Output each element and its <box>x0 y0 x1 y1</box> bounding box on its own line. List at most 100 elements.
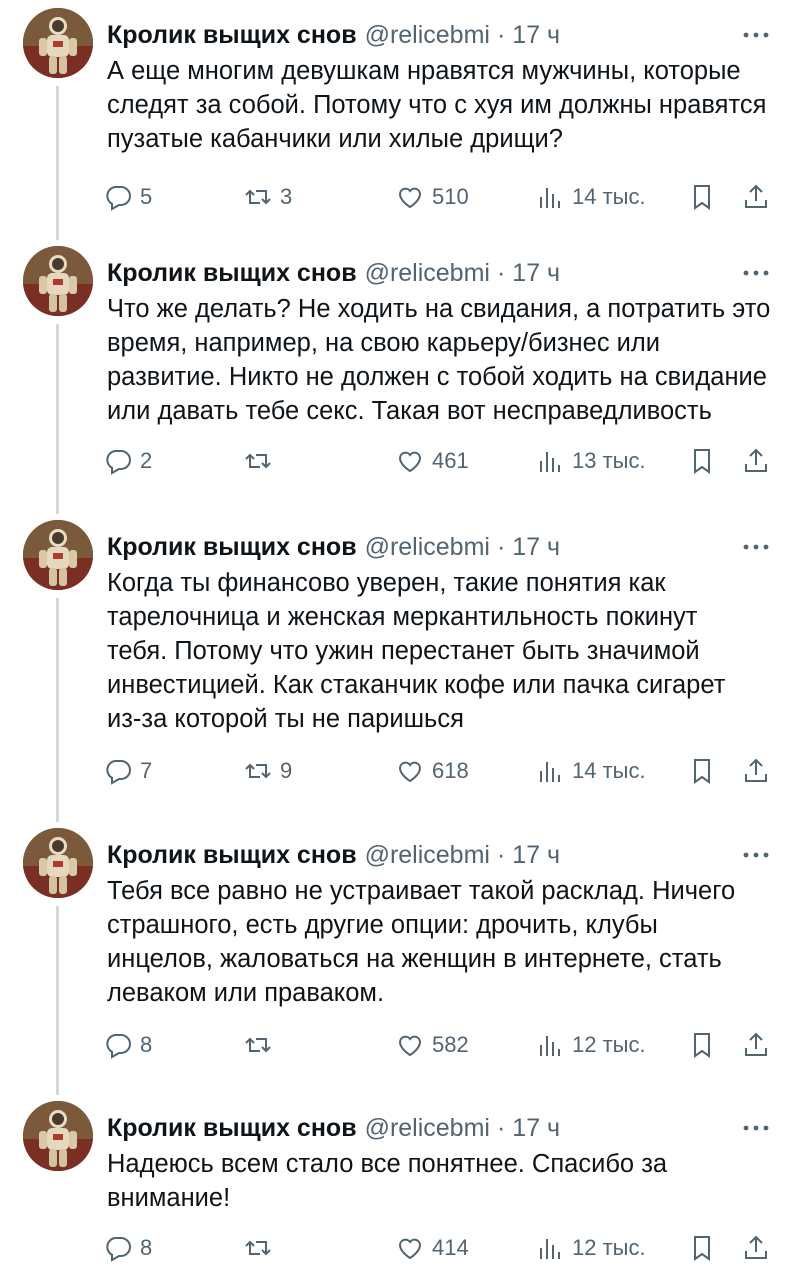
meta-separator: · <box>496 20 506 49</box>
tweet-text: Когда ты финансово уверен, такие понятия… <box>107 566 782 736</box>
author-name[interactable]: Кролик выщих снов <box>107 21 357 50</box>
views-button[interactable]: 14 тыс. <box>536 754 646 788</box>
reply-icon <box>106 1034 131 1059</box>
like-button[interactable]: 582 <box>396 1028 469 1062</box>
bookmark-button[interactable] <box>688 1028 716 1062</box>
tweet-text: А еще многим девушкам нравятся мужчины, … <box>107 54 782 156</box>
avatar[interactable] <box>23 1101 93 1171</box>
like-count: 461 <box>432 448 469 473</box>
tweet-text-line: страшного, есть другие опции: дрочить, к… <box>107 911 658 939</box>
reply-icon <box>106 186 131 211</box>
share-icon <box>745 184 767 208</box>
author-handle[interactable]: @relicebmi <box>365 841 490 870</box>
share-icon <box>745 1235 767 1259</box>
author-handle[interactable]: @relicebmi <box>365 1114 490 1143</box>
retweet-count: 3 <box>280 184 293 209</box>
like-button[interactable]: 461 <box>396 444 469 478</box>
tweet-text: Тебя все равно не устраивает такой раскл… <box>107 874 782 1010</box>
avatar[interactable] <box>23 520 93 590</box>
reply-button[interactable]: 2 <box>104 444 152 478</box>
tweet-time[interactable]: 17 ч <box>512 533 560 562</box>
tweet-text-line: Надеюсь всем стало все понятнее. Спасибо… <box>107 1150 668 1178</box>
more-icon[interactable] <box>738 1113 774 1143</box>
retweet-button[interactable] <box>244 444 280 478</box>
bookmark-button[interactable] <box>688 754 716 788</box>
share-icon <box>745 1032 767 1056</box>
like-button[interactable]: 618 <box>396 754 469 788</box>
avatar[interactable] <box>23 828 93 898</box>
tweet-text-line: А еще многим девушкам нравятся мужчины, … <box>107 57 741 85</box>
reply-count: 2 <box>140 448 153 473</box>
reply-button[interactable]: 7 <box>104 754 152 788</box>
bookmark-button[interactable] <box>688 1231 716 1265</box>
tweet-time[interactable]: 17 ч <box>512 21 560 50</box>
share-button[interactable] <box>742 754 770 788</box>
author-name[interactable]: Кролик выщих снов <box>107 533 357 562</box>
views-button[interactable]: 12 тыс. <box>536 1028 646 1062</box>
share-button[interactable] <box>742 180 770 214</box>
more-icon[interactable] <box>738 840 774 870</box>
reply-icon <box>106 1237 131 1262</box>
more-icon[interactable] <box>738 20 774 50</box>
share-button[interactable] <box>742 444 770 478</box>
astronaut-avatar-image <box>23 1101 93 1171</box>
like-icon <box>398 1238 422 1260</box>
reply-button[interactable]: 8 <box>104 1231 152 1265</box>
views-button[interactable]: 14 тыс. <box>536 180 646 214</box>
share-icon <box>745 448 767 472</box>
tweet-text-line: пузатые кабанчики или хилые дрищи? <box>107 125 563 153</box>
thread-connector-line <box>56 86 59 240</box>
author-handle[interactable]: @relicebmi <box>365 533 490 562</box>
reply-count: 5 <box>140 184 153 209</box>
share-button[interactable] <box>742 1231 770 1265</box>
like-button[interactable]: 510 <box>396 180 469 214</box>
tweet-text-line: леваком или праваком. <box>107 979 385 1007</box>
more-icon[interactable] <box>738 258 774 288</box>
author-handle[interactable]: @relicebmi <box>365 21 490 50</box>
tweet-text-line: Что же делать? Не ходить на свидания, а … <box>107 295 771 323</box>
retweet-button[interactable] <box>244 1231 280 1265</box>
views-count: 14 тыс. <box>572 184 646 209</box>
astronaut-avatar-image <box>23 8 93 78</box>
like-count: 510 <box>432 184 469 209</box>
retweet-button[interactable]: 3 <box>244 180 292 214</box>
retweet-button[interactable] <box>244 1028 280 1062</box>
tweet-text-line: инцелов, жаловаться на женщин в интернет… <box>107 945 722 973</box>
author-name[interactable]: Кролик выщих снов <box>107 1114 357 1143</box>
author-name[interactable]: Кролик выщих снов <box>107 841 357 870</box>
avatar[interactable] <box>23 246 93 316</box>
bookmark-button[interactable] <box>688 444 716 478</box>
astronaut-avatar-image <box>23 520 93 590</box>
bookmark-icon <box>694 1236 710 1261</box>
tweet-text-line: Тебя все равно не устраивает такой раскл… <box>107 877 736 905</box>
views-icon <box>540 188 560 208</box>
views-button[interactable]: 13 тыс. <box>536 444 646 478</box>
share-button[interactable] <box>742 1028 770 1062</box>
tweet-text-line: Когда ты финансово уверен, такие понятия… <box>107 569 666 597</box>
tweet-text: Что же делать? Не ходить на свидания, а … <box>107 292 782 428</box>
tweet-actions: 5 3 510 14 тыс. <box>104 180 776 214</box>
more-icon[interactable] <box>738 532 774 562</box>
like-icon <box>398 451 422 473</box>
reply-count: 8 <box>140 1032 153 1057</box>
tweet-time[interactable]: 17 ч <box>512 259 560 288</box>
tweet-time[interactable]: 17 ч <box>512 841 560 870</box>
reply-button[interactable]: 5 <box>104 180 152 214</box>
views-icon <box>540 1239 560 1259</box>
views-button[interactable]: 12 тыс. <box>536 1231 646 1265</box>
retweet-button[interactable]: 9 <box>244 754 292 788</box>
bookmark-button[interactable] <box>688 180 716 214</box>
author-handle[interactable]: @relicebmi <box>365 259 490 288</box>
tweet-text-line: следят за собой. Потому что с хуя им дол… <box>107 91 767 119</box>
tweet-time[interactable]: 17 ч <box>512 1114 560 1143</box>
avatar[interactable] <box>23 8 93 78</box>
thread-connector-line <box>56 906 59 1095</box>
reply-button[interactable]: 8 <box>104 1028 152 1062</box>
like-icon <box>398 1035 422 1057</box>
tweet-text-line: инвестицией. Как стаканчик кофе или пачк… <box>107 671 726 699</box>
like-button[interactable]: 414 <box>396 1231 469 1265</box>
views-icon <box>540 1036 560 1056</box>
bookmark-icon <box>694 759 710 784</box>
author-name[interactable]: Кролик выщих снов <box>107 259 357 288</box>
thread-connector-line <box>56 598 59 822</box>
